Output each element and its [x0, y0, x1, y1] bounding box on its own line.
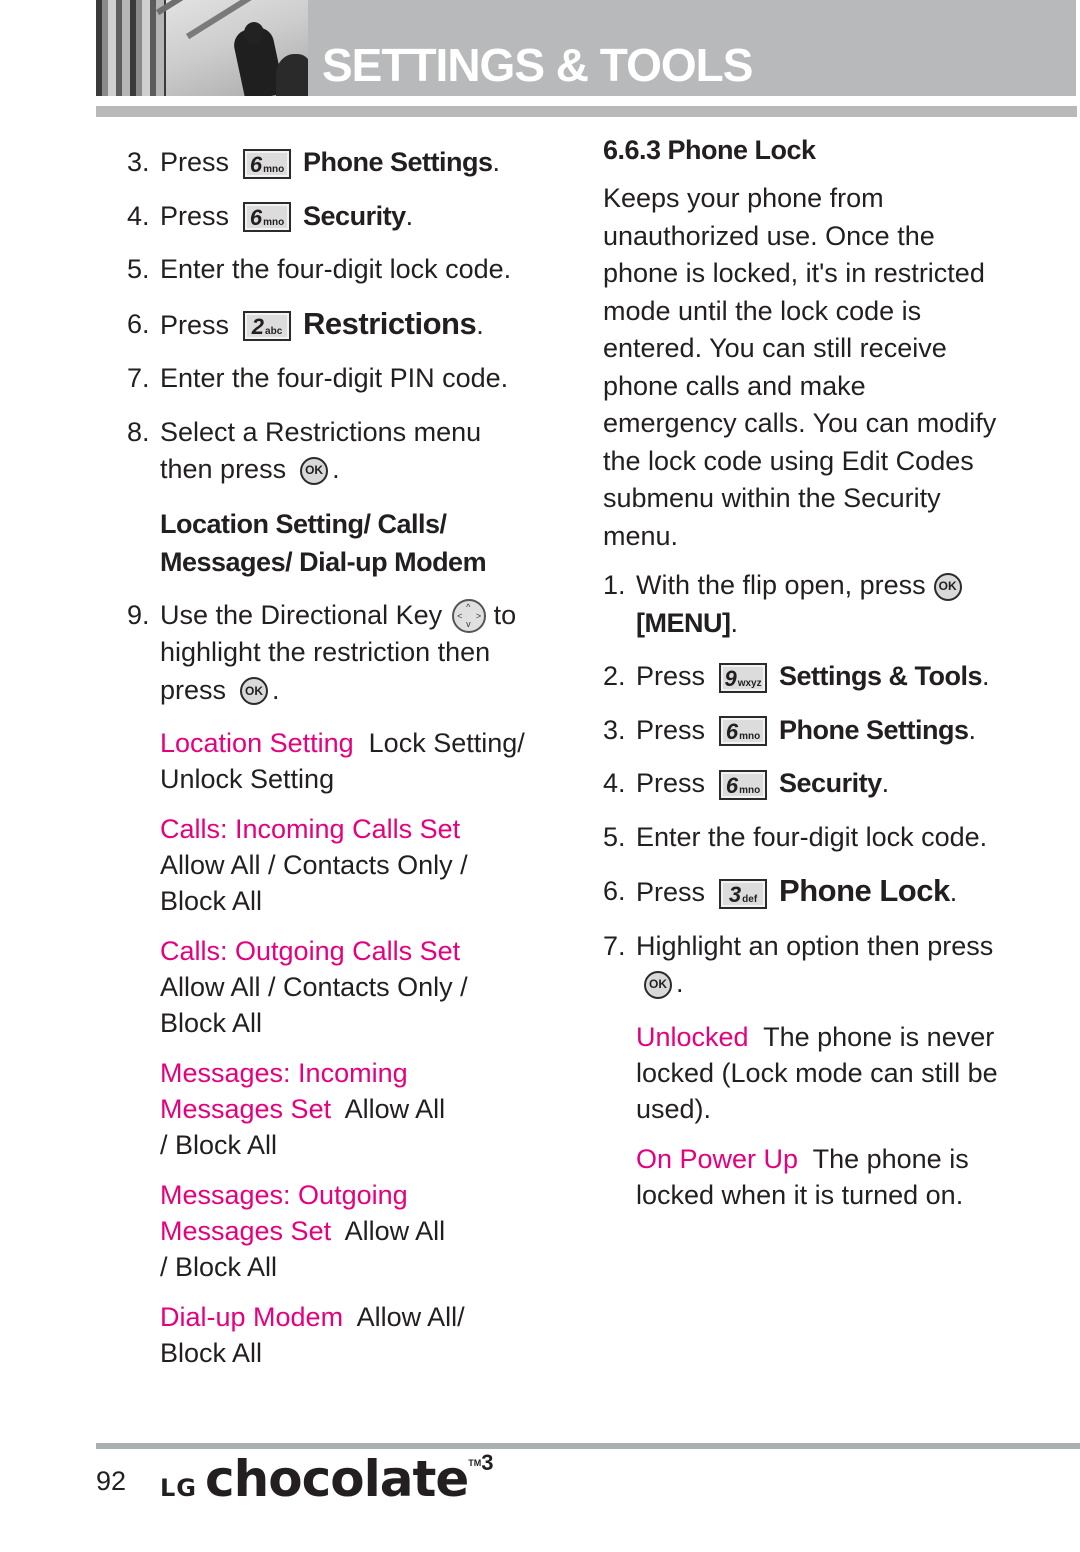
option-messages-incoming: Messages: Incoming Messages Set Allow Al…	[160, 1055, 460, 1163]
brand-version: 3	[481, 1450, 494, 1475]
ok-button-icon: OK	[240, 677, 269, 706]
step-6-right: 6. Press 3 def Phone Lock.	[603, 872, 1003, 912]
option-label: Calls: Incoming Calls Set	[160, 814, 461, 844]
step-number: 7.	[603, 930, 626, 961]
step-8-left: 8. Select a Restrictions menu then press…	[127, 414, 537, 489]
press-label: Press	[636, 768, 706, 798]
press-label: Press	[636, 661, 706, 691]
option-messages-outgoing: Messages: Outgoing Messages Set Allow Al…	[160, 1177, 460, 1285]
step-text: With the flip open, press	[636, 570, 926, 600]
header-photo	[96, 0, 308, 96]
option-calls-incoming: Calls: Incoming Calls Set Allow All / Co…	[160, 811, 537, 919]
step-number: 4.	[603, 768, 626, 798]
option-label: Location Setting	[160, 728, 354, 758]
step-text: Enter the four-digit lock code.	[636, 821, 988, 852]
step-number: 9.	[127, 599, 150, 630]
menu-target: Phone Lock	[779, 873, 950, 908]
option-label: Unlocked	[636, 1021, 749, 1052]
step-4-left: 4. Press 6 mno Security.	[127, 198, 537, 236]
step-text: Enter the four-digit lock code.	[160, 254, 512, 284]
directional-key-icon: ^ v < >	[452, 599, 487, 634]
right-column: 6.6.3 Phone Lock Keeps your phone from u…	[603, 130, 1003, 1227]
step-number: 6.	[127, 308, 150, 339]
step-number: 3.	[603, 714, 626, 745]
key-6-icon: 6 mno	[719, 769, 768, 800]
menu-target: Phone Settings	[779, 714, 969, 745]
option-desc: Allow All / Contacts Only / Block All	[160, 850, 468, 916]
brand-logo: LG chocolateTM3	[160, 1450, 494, 1508]
step-4-right: 4. Press 6 mno Security.	[603, 765, 1003, 803]
step-2-right: 2. Press 9 wxyz Settings & Tools.	[603, 658, 1003, 696]
step-3-right: 3. Press 6 mno Phone Settings.	[603, 712, 1003, 750]
menu-label: [MENU]	[636, 607, 731, 638]
step-number: 5.	[603, 821, 626, 852]
key-9-icon: 9 wxyz	[719, 662, 768, 693]
option-label: Calls: Outgoing Calls Set	[160, 936, 461, 966]
menu-target: Settings & Tools	[779, 661, 983, 691]
step-1-right: 1. With the flip open, press OK [MENU].	[603, 567, 1003, 642]
menu-target: Restrictions	[303, 305, 477, 341]
menu-target: Phone Settings	[303, 147, 493, 177]
ok-button-icon: OK	[300, 456, 329, 485]
key-6-icon: 6 mno	[243, 202, 292, 233]
option-calls-outgoing: Calls: Outgoing Calls Set Allow All / Co…	[160, 933, 537, 1041]
step-number: 8.	[127, 416, 150, 447]
key-6-icon: 6 mno	[243, 148, 292, 179]
key-2-icon: 2 abc	[243, 311, 292, 342]
option-dialup-modem: Dial-up Modem Allow All/ Block All	[160, 1299, 470, 1371]
page-title: SETTINGS & TOOLS	[322, 39, 753, 91]
step-5-left: 5. Enter the four-digit lock code.	[127, 251, 537, 289]
section-title: 6.6.3 Phone Lock	[603, 135, 816, 165]
ok-button-icon: OK	[644, 970, 672, 999]
header-divider	[96, 106, 1077, 117]
option-label: Dial-up Modem	[160, 1302, 344, 1332]
step-6-left: 6. Press 2 abc Restrictions.	[127, 305, 537, 345]
press-label: Press	[160, 147, 230, 177]
step-number: 3.	[127, 147, 150, 177]
step-number: 6.	[603, 876, 626, 906]
ok-button-icon: OK	[933, 572, 962, 601]
footer-divider	[96, 1443, 1080, 1449]
press-label: Press	[636, 877, 706, 907]
step-number: 1.	[603, 570, 626, 600]
option-label: On Power Up	[636, 1143, 799, 1174]
brand-name: chocolate	[205, 1450, 469, 1508]
brand-lg: LG	[160, 1474, 197, 1502]
phone-lock-options: Unlocked The phone is never locked (Lock…	[603, 1019, 1003, 1213]
step-5-right: 5. Enter the four-digit lock code.	[603, 819, 1003, 857]
step-7-right: 7. Highlight an option then press OK.	[603, 928, 1003, 1003]
restriction-options: Location Setting Lock Setting/ Unlock Se…	[127, 725, 537, 1371]
restrictions-menu-list: Location Setting/ Calls/ Messages/ Dial-…	[160, 508, 487, 577]
step-text: Use the Directional Key	[160, 599, 443, 630]
brand-tm: TM	[468, 1458, 482, 1468]
press-label: Press	[160, 309, 230, 340]
press-label: Press	[160, 200, 230, 231]
step-number: 4.	[127, 200, 150, 231]
step-number: 2.	[603, 661, 626, 691]
key-6-icon: 6 mno	[719, 716, 768, 747]
menu-target: Security	[779, 768, 882, 798]
step-9-left: 9. Use the Directional Key ^ v < > to highli…	[127, 597, 537, 710]
menu-target: Security	[303, 200, 406, 231]
step-3-left: 3. Press 6 mno Phone Settings.	[127, 144, 537, 182]
option-on-power-up: On Power Up The phone is locked when it …	[636, 1141, 1003, 1213]
option-desc: Allow All / Contacts Only / Block All	[160, 972, 468, 1038]
page-number: 92	[96, 1466, 127, 1496]
section-description: Keeps your phone from unauthorized use. …	[603, 183, 997, 551]
step-number: 7.	[127, 363, 150, 393]
step-number: 5.	[127, 254, 150, 284]
left-column: 3. Press 6 mno Phone Settings. 4. Press 6 mno…	[127, 144, 537, 1385]
press-label: Press	[636, 714, 706, 745]
step-text: Highlight an option then press	[636, 930, 994, 961]
key-3-icon: 3 def	[719, 878, 768, 909]
option-unlocked: Unlocked The phone is never locked (Lock…	[636, 1019, 1003, 1127]
option-location-setting: Location Setting Lock Setting/ Unlock Se…	[160, 725, 537, 797]
step-text: Enter the four-digit PIN code.	[160, 363, 509, 393]
step-7-left: 7. Enter the four-digit PIN code.	[127, 360, 537, 398]
